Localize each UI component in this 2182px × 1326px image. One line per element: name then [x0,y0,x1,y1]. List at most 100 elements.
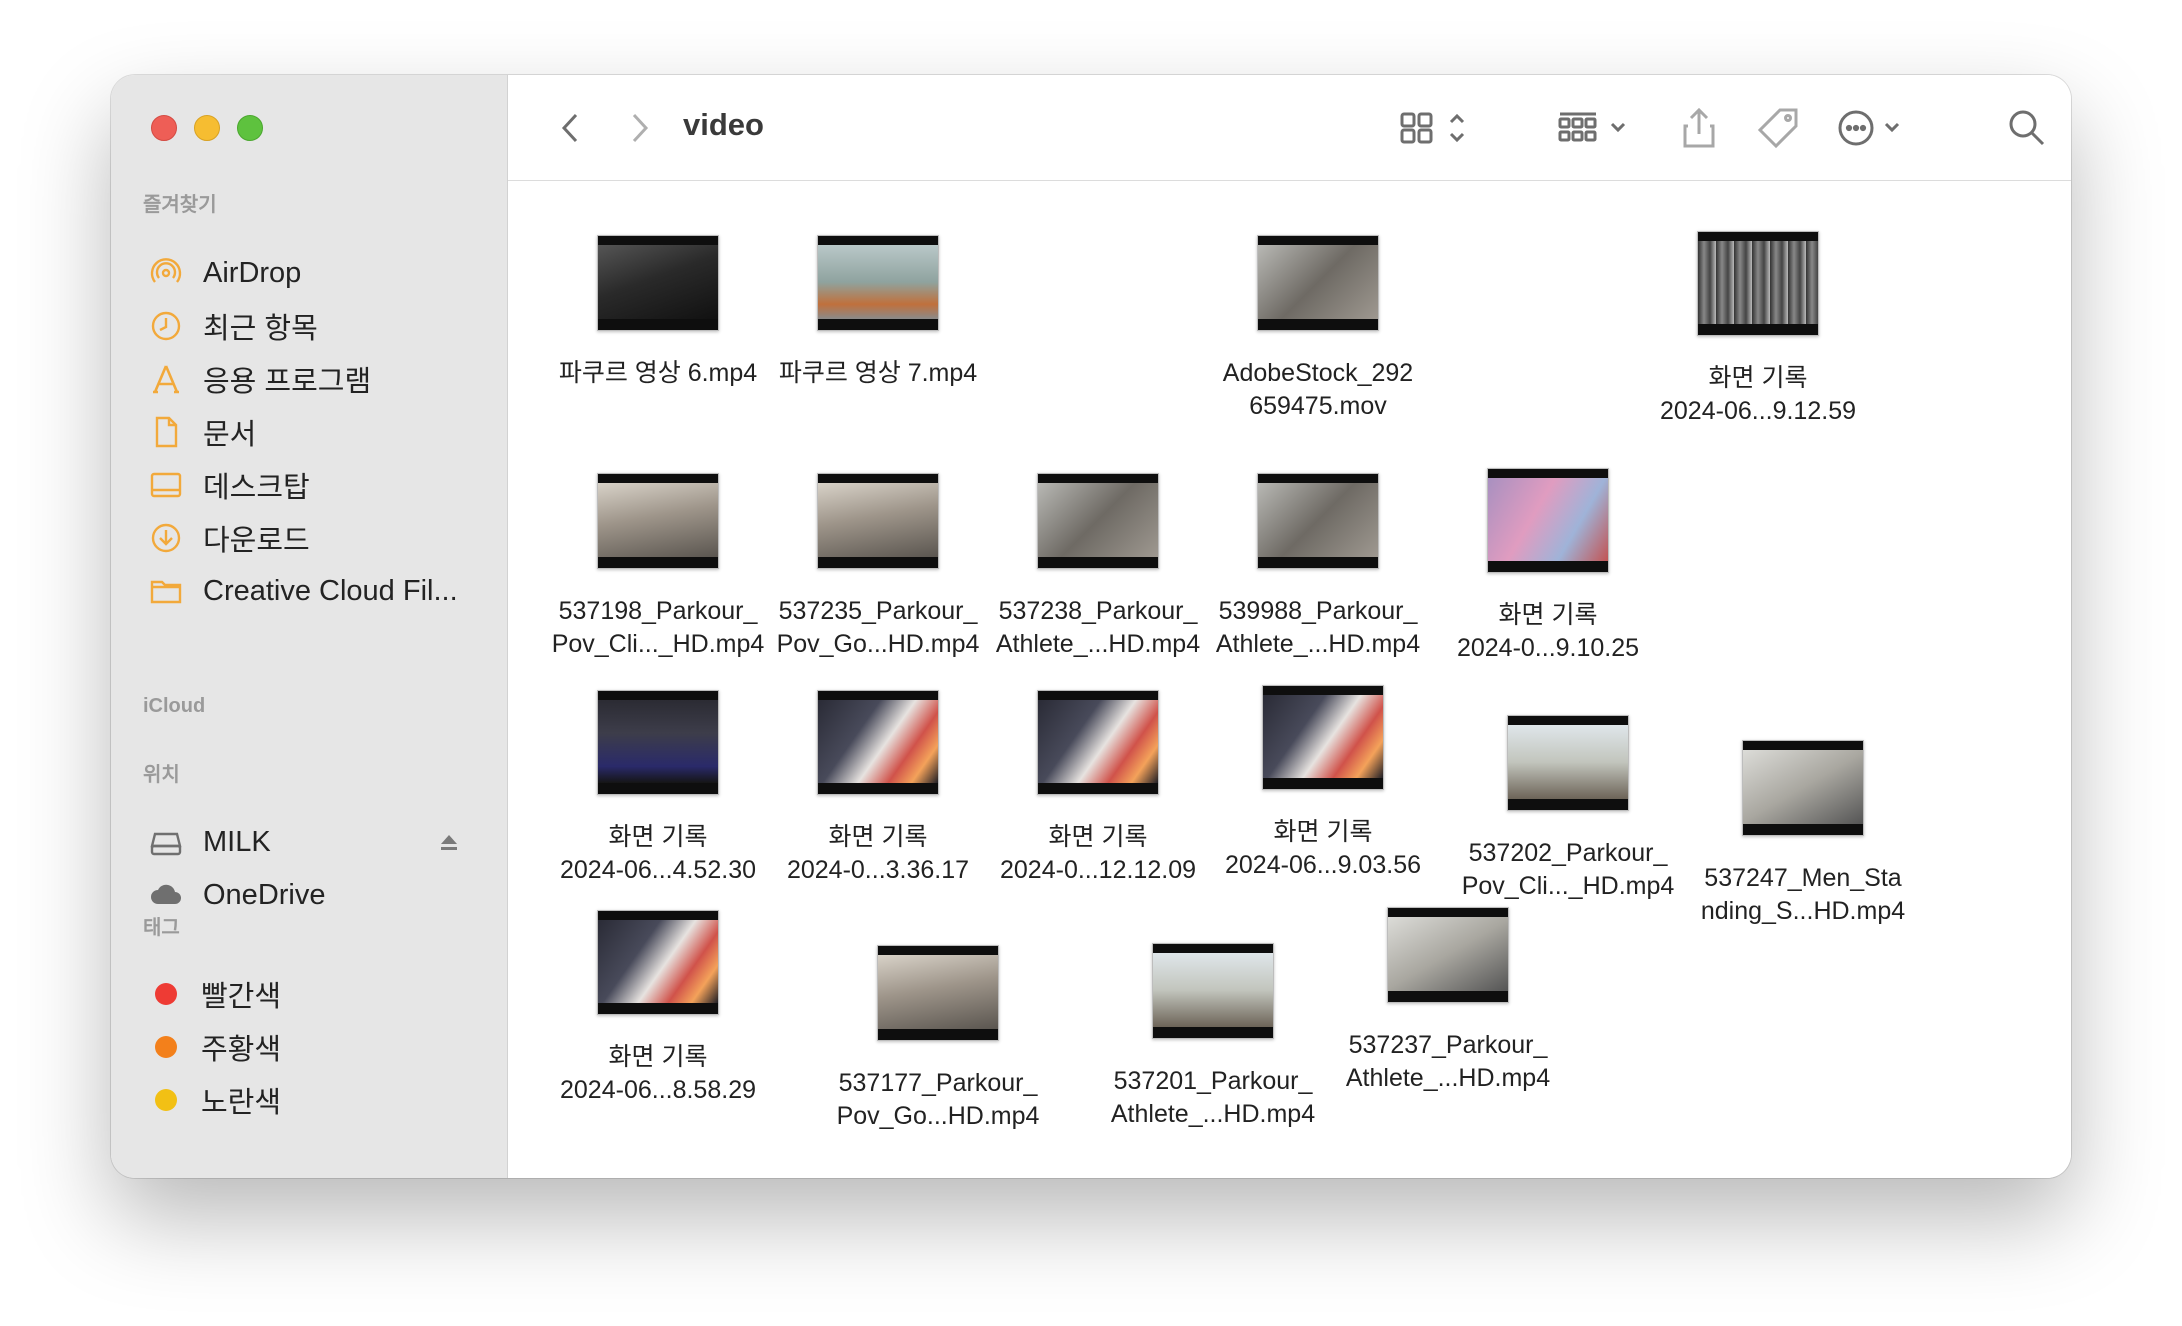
file-thumbnail [1037,473,1159,569]
file-name-line: Athlete_...HD.mp4 [1110,1100,1316,1128]
zoom-button[interactable] [237,115,263,141]
sidebar-item-label: Creative Cloud Fil... [203,574,458,607]
sidebar-item-tag-red[interactable]: 빨간색 [147,967,487,1021]
file-name-line: Athlete_...HD.mp4 [1215,630,1421,658]
file-name-line: 537177_Parkour_ [838,1069,1038,1097]
file-thumbnail [817,690,939,795]
file-item[interactable]: 537238_Parkour_ Athlete_...HD.mp4 [988,473,1208,661]
file-item[interactable]: 537247_Men_Sta nding_S...HD.mp4 [1693,740,1913,928]
file-thumbnail [1742,740,1864,836]
minimize-button[interactable] [194,115,220,141]
file-item[interactable]: 파쿠르 영상 7.mp4 [768,235,988,390]
window-controls [151,115,263,141]
file-name: 화면 기록 2024-06...9.03.56 [1213,816,1433,882]
close-button[interactable] [151,115,177,141]
file-name: 539988_Parkour_ Athlete_...HD.mp4 [1208,595,1428,661]
sidebar-item-desktop[interactable]: 데스크탑 [147,458,487,512]
sidebar-item-applications[interactable]: 응용 프로그램 [147,352,487,406]
main-area: video 파쿠르 영상 6.mp4 파쿠르 영상 7.mp4 AdobeSto… [508,75,2071,1178]
file-name-line: 537235_Parkour_ [778,597,978,625]
document-icon [147,413,185,451]
file-item[interactable]: 537235_Parkour_ Pov_Go...HD.mp4 [768,473,988,661]
sidebar-item-airdrop[interactable]: AirDrop [147,246,487,300]
sidebar-item-creative-cloud[interactable]: Creative Cloud Fil... [147,564,487,618]
tag-icon [1757,108,1798,149]
tag-button[interactable] [1756,105,1800,151]
file-name-line: 2024-06...4.52.30 [560,856,756,884]
search-button[interactable] [2005,105,2049,151]
eject-icon[interactable] [439,832,459,852]
file-name-line: 537198_Parkour_ [558,597,758,625]
group-grid-icon [1558,112,1626,142]
file-thumbnail [597,690,719,795]
file-name-line: 2024-0...9.10.25 [1456,634,1640,662]
file-thumbnail [1387,907,1509,1003]
file-item[interactable]: 537177_Parkour_ Pov_Go...HD.mp4 [828,945,1048,1133]
file-item[interactable]: 화면 기록 2024-06...8.58.29 [548,910,768,1107]
file-name: 화면 기록 2024-0...9.10.25 [1438,599,1658,665]
sidebar: 즐겨찾기 AirDrop 최근 항목 응용 프로그램 문서 데스크탑 다운로드 … [111,75,508,1178]
sidebar-item-label: 주황색 [201,1034,282,1066]
icloud-header: iCloud [143,695,206,717]
search-icon [2009,110,2045,146]
file-item[interactable]: 539988_Parkour_ Athlete_...HD.mp4 [1208,473,1428,661]
file-item[interactable]: AdobeStock_292 659475.mov [1208,235,1428,423]
file-name: 파쿠르 영상 7.mp4 [768,357,988,390]
forward-button[interactable] [620,105,660,151]
sidebar-item-documents[interactable]: 문서 [147,405,487,459]
file-name-line: 화면 기록 [608,1043,708,1071]
sidebar-item-tag-yellow[interactable]: 노란색 [147,1073,487,1127]
file-item[interactable]: 화면 기록 2024-0...3.36.17 [768,690,988,887]
back-button[interactable] [550,105,590,151]
sidebar-item-onedrive[interactable]: OneDrive [147,868,487,922]
group-button[interactable] [1556,105,1636,151]
file-item[interactable]: 화면 기록 2024-0...12.12.09 [988,690,1208,887]
file-item[interactable]: 537201_Parkour_ Athlete_...HD.mp4 [1103,943,1323,1131]
file-item[interactable]: 화면 기록 2024-0...9.10.25 [1438,468,1658,665]
sidebar-item-label: 최근 항목 [203,313,318,345]
file-item[interactable]: 화면 기록 2024-06...9.12.59 [1648,231,1868,428]
file-name: 537238_Parkour_ Athlete_...HD.mp4 [988,595,1208,661]
file-name-line: Athlete_...HD.mp4 [1345,1064,1551,1092]
cloud-icon [147,876,185,914]
clock-icon [147,307,185,345]
chevron-left-icon [561,113,578,143]
view-mode-button[interactable] [1398,105,1480,151]
file-name: 파쿠르 영상 6.mp4 [548,357,768,390]
sidebar-item-recents[interactable]: 최근 항목 [147,299,487,353]
file-name: 537202_Parkour_ Pov_Cli..._HD.mp4 [1458,837,1678,903]
file-thumbnail [1257,235,1379,331]
file-name: 537177_Parkour_ Pov_Go...HD.mp4 [828,1067,1048,1133]
file-name-line: 2024-06...9.12.59 [1660,397,1856,425]
file-item[interactable]: 파쿠르 영상 6.mp4 [548,235,768,390]
file-name-line: 537202_Parkour_ [1468,839,1668,867]
file-name: AdobeStock_292 659475.mov [1208,357,1428,423]
file-thumbnail [1257,473,1379,569]
file-item[interactable]: 화면 기록 2024-06...4.52.30 [548,690,768,887]
file-thumbnail [817,235,939,331]
file-thumbnail [1487,468,1609,573]
file-item[interactable]: 화면 기록 2024-06...9.03.56 [1213,685,1433,882]
file-name: 537237_Parkour_ Athlete_...HD.mp4 [1338,1029,1558,1095]
more-actions-button[interactable] [1836,105,1916,151]
sidebar-item-downloads[interactable]: 다운로드 [147,511,487,565]
file-name-line: Pov_Go...HD.mp4 [836,1102,1040,1130]
file-thumbnail [877,945,999,1041]
file-name-line: 2024-06...8.58.29 [560,1076,756,1104]
file-item[interactable]: 537237_Parkour_ Athlete_...HD.mp4 [1338,907,1558,1095]
file-name-line: Athlete_...HD.mp4 [995,630,1201,658]
file-name-line: 537201_Parkour_ [1113,1067,1313,1095]
file-item[interactable]: 537198_Parkour_ Pov_Cli..._HD.mp4 [548,473,768,661]
ellipsis-circle-icon [1838,110,1900,146]
file-name-line: 화면 기록 [1498,601,1598,629]
file-name: 화면 기록 2024-0...12.12.09 [988,821,1208,887]
tag-color-dot [155,1036,177,1058]
file-name-line: 2024-0...12.12.09 [1000,856,1196,884]
file-name-line: 537238_Parkour_ [998,597,1198,625]
tag-color-dot [155,983,177,1005]
sidebar-item-milk[interactable]: MILK [147,815,487,869]
file-item[interactable]: 537202_Parkour_ Pov_Cli..._HD.mp4 [1458,715,1678,903]
share-button[interactable] [1679,105,1719,151]
file-name-line: 2024-06...9.03.56 [1225,851,1421,879]
sidebar-item-tag-orange[interactable]: 주황색 [147,1020,487,1074]
